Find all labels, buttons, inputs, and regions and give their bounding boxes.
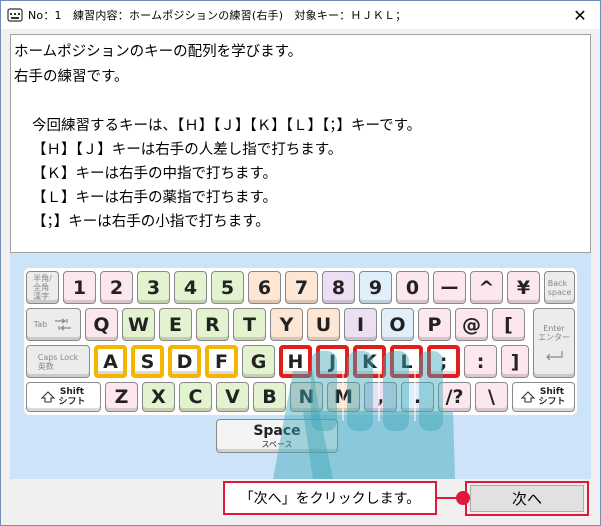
key-b: B <box>253 382 286 412</box>
key-colon: : <box>464 345 497 378</box>
key-caret: ^ <box>470 271 503 304</box>
key-period: . <box>401 382 434 412</box>
key-x: X <box>142 382 175 412</box>
key-right-shift: Shift シフト <box>512 382 575 412</box>
key-p: P <box>418 308 451 341</box>
next-button[interactable]: 次へ <box>470 485 584 512</box>
key-backslash: \ <box>475 382 508 412</box>
key-space: Space スペース <box>216 419 338 453</box>
app-icon <box>7 8 23 22</box>
key-comma: , <box>364 382 397 412</box>
key-g: G <box>242 345 275 378</box>
key-semicolon: ; <box>427 345 460 378</box>
instruction-line-7: 【；】キーは右手の小指で打ちます。 <box>32 214 270 230</box>
key-caps-lock: Caps Lock 英数 <box>26 345 90 378</box>
instruction-line-3: 今回練習するキーは、【Ｈ】【Ｊ】【Ｋ】【Ｌ】【；】キーです。 <box>32 118 422 134</box>
key-3: 3 <box>137 271 170 304</box>
instruction-line-5: 【Ｋ】キーは右手の中指で打ちます。 <box>32 166 278 182</box>
key-7: 7 <box>285 271 318 304</box>
key-t: T <box>233 308 266 341</box>
key-y: Y <box>270 308 303 341</box>
key-8: 8 <box>322 271 355 304</box>
key-s: S <box>131 345 164 378</box>
key-n: N <box>290 382 323 412</box>
callout-dot <box>456 491 470 505</box>
key-c: C <box>179 382 212 412</box>
tab-arrow-icon <box>55 318 72 330</box>
key-at: @ <box>455 308 488 341</box>
key-m: M <box>327 382 360 412</box>
key-5: 5 <box>211 271 244 304</box>
key-k: K <box>353 345 386 378</box>
key-backspace: Back space <box>544 271 575 304</box>
shift-arrow-icon <box>521 391 536 403</box>
key-u: U <box>307 308 340 341</box>
shift-arrow-icon <box>41 391 56 403</box>
key-z: Z <box>105 382 138 412</box>
key-j: J <box>316 345 349 378</box>
instruction-line-6: 【Ｌ】キーは右手の薬指で打ちます。 <box>32 190 278 206</box>
close-button[interactable]: ✕ <box>560 1 600 29</box>
instruction-callout: 「次へ」をクリックします。 <box>223 481 437 515</box>
instruction-line-1: ホームポジションのキーの配列を学びます。 <box>14 44 303 60</box>
instruction-panel: ホームポジションのキーの配列を学びます。 右手の練習です。 今回練習するキーは、… <box>10 34 591 253</box>
key-0: 0 <box>396 271 429 304</box>
key-r: R <box>196 308 229 341</box>
enter-arrow-icon <box>546 351 563 361</box>
key-l: L <box>390 345 423 378</box>
key-q: Q <box>85 308 118 341</box>
key-yen: ¥ <box>507 271 540 304</box>
instruction-line-4: 【Ｈ】【Ｊ】キーは右手の人差し指で打ちます。 <box>32 142 343 158</box>
keyboard: 半角/ 全角 漢字 1 2 3 4 5 6 7 8 9 0 ー ^ ¥ Back… <box>24 268 577 415</box>
key-minus: ー <box>433 271 466 304</box>
key-v: V <box>216 382 249 412</box>
window-title: No：1 練習内容：ホームポジションの練習(右手) 対象キー：ＨＪＫＬ； <box>28 9 407 22</box>
key-left-shift: Shift シフト <box>26 382 101 412</box>
key-f: F <box>205 345 238 378</box>
key-o: O <box>381 308 414 341</box>
key-tab: Tab <box>26 308 81 341</box>
instruction-line-2: 右手の練習です。 <box>14 69 129 85</box>
key-enter: Enter エンター <box>533 308 575 378</box>
space-label: Space <box>253 423 301 439</box>
key-hankaku: 半角/ 全角 漢字 <box>26 271 59 304</box>
key-2: 2 <box>100 271 133 304</box>
app-window: No：1 練習内容：ホームポジションの練習(右手) 対象キー：ＨＪＫＬ； ✕ ホ… <box>0 0 601 526</box>
key-slash: /? <box>438 382 471 412</box>
space-sub-label: スペース <box>261 440 293 449</box>
key-right-bracket: ] <box>501 345 529 378</box>
key-w: W <box>122 308 155 341</box>
key-i: I <box>344 308 377 341</box>
key-6: 6 <box>248 271 281 304</box>
key-d: D <box>168 345 201 378</box>
key-a: A <box>94 345 127 378</box>
key-1: 1 <box>63 271 96 304</box>
title-bar: No：1 練習内容：ホームポジションの練習(右手) 対象キー：ＨＪＫＬ； ✕ <box>1 1 600 29</box>
key-4: 4 <box>174 271 207 304</box>
key-9: 9 <box>359 271 392 304</box>
key-e: E <box>159 308 192 341</box>
key-left-bracket: [ <box>492 308 525 341</box>
key-h: H <box>279 345 312 378</box>
